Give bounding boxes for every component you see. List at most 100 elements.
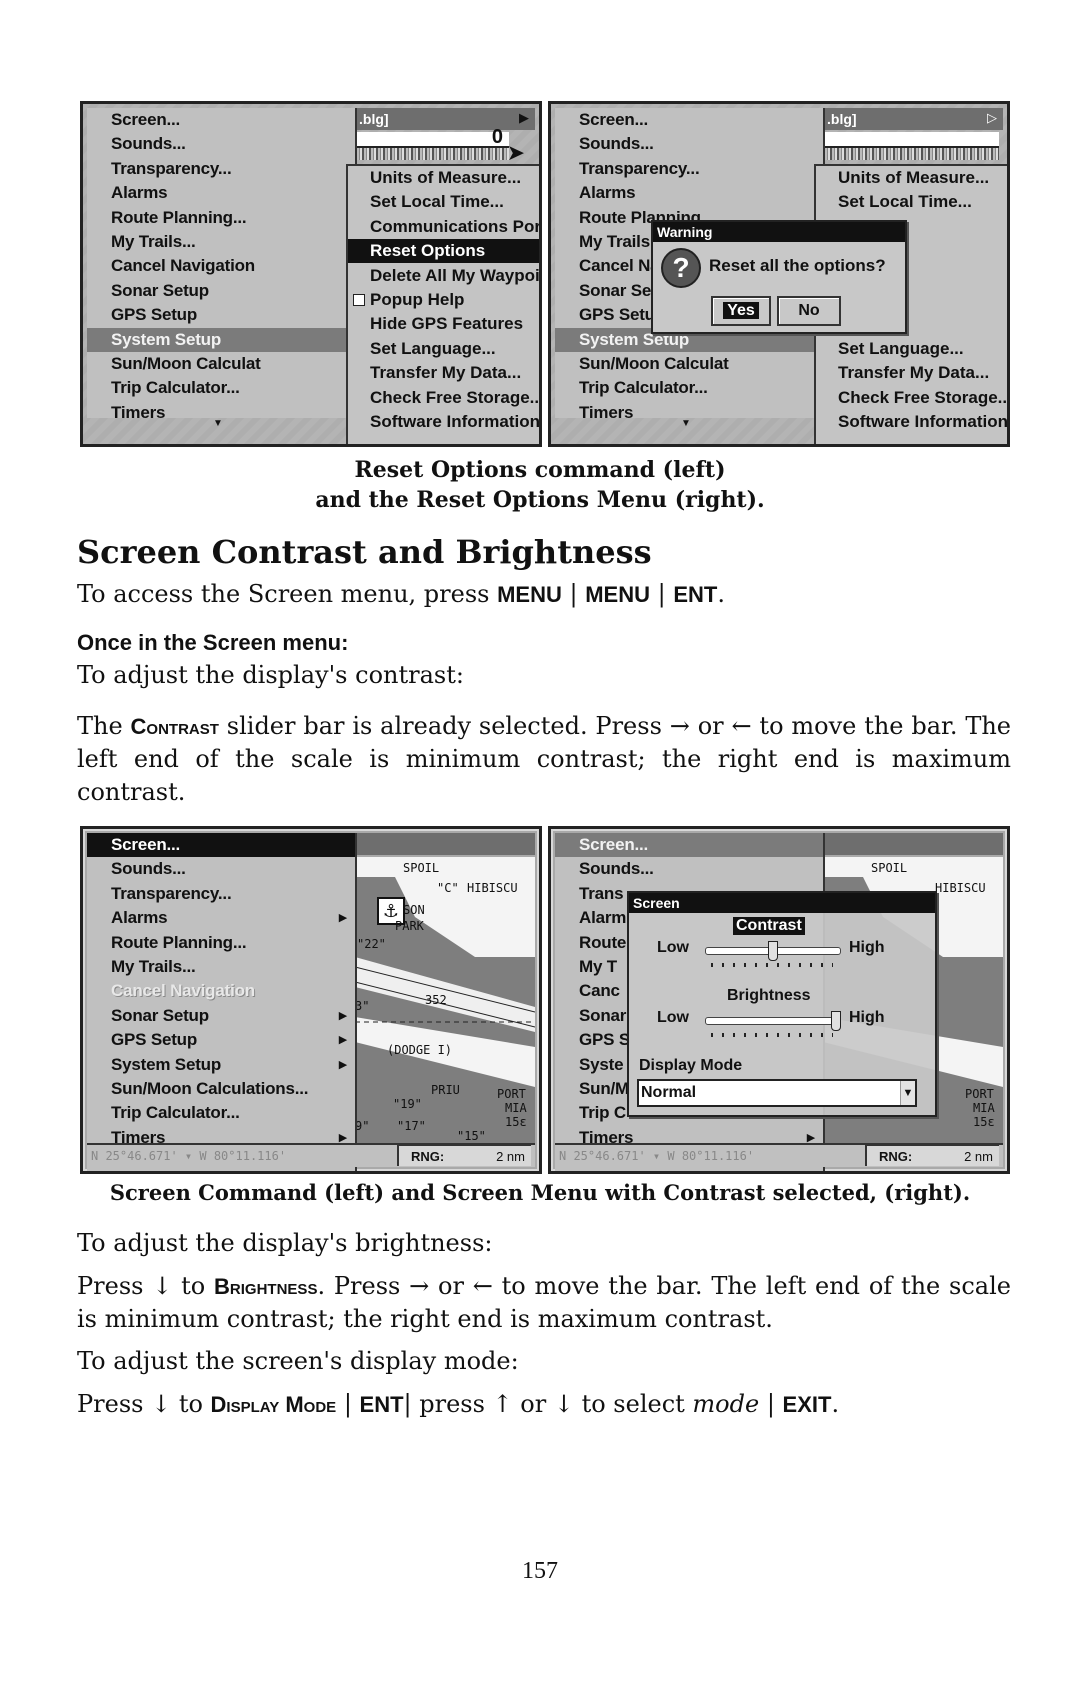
brightness-ticks bbox=[711, 1033, 833, 1037]
menu-item-set-language[interactable]: Set Language... bbox=[348, 337, 539, 361]
menu-item-hide-gps-features[interactable]: Hide GPS Features bbox=[348, 312, 539, 336]
figure1-caption-line2: and the Reset Options Menu (right). bbox=[315, 487, 765, 513]
brightness-slider-thumb[interactable] bbox=[831, 1011, 841, 1031]
menu-item-transparency[interactable]: Transparency... bbox=[555, 157, 823, 181]
brightness-key: Brightness bbox=[214, 1274, 318, 1299]
menu-item-sounds[interactable]: Sounds... bbox=[87, 132, 355, 156]
menu-item-set-local-time[interactable]: Set Local Time... bbox=[348, 190, 539, 214]
menu-item-route-planning[interactable]: Route Planning... bbox=[87, 206, 355, 230]
map-label: 15ε bbox=[973, 1115, 995, 1129]
menu-item-cancel-navigation[interactable]: Cancel Navigation bbox=[87, 254, 355, 278]
dropdown-arrow-icon[interactable]: ▼ bbox=[900, 1081, 915, 1105]
submenu-arrow-icon: ▶ bbox=[338, 912, 347, 925]
yes-button-label: Yes bbox=[723, 302, 759, 319]
menu-item-system-setup[interactable]: System Setup ▶ bbox=[87, 1053, 355, 1077]
menu-item-check-free-storage[interactable]: Check Free Storage... bbox=[816, 386, 1007, 410]
sonar-noise bbox=[355, 148, 509, 160]
fish-icon: ➤ bbox=[506, 140, 525, 165]
display-mode-select[interactable]: Normal ▼ bbox=[637, 1079, 917, 1107]
menu-item-check-free-storage[interactable]: Check Free Storage... bbox=[348, 386, 539, 410]
mode-word: mode bbox=[692, 1390, 760, 1418]
menu-item-cancel-navigation[interactable]: Cancel Navigation bbox=[87, 979, 355, 1003]
menu-item-label: Units of Measure... bbox=[838, 168, 990, 187]
brightness-slider-track[interactable] bbox=[705, 1017, 841, 1025]
menu-item-route-planning[interactable]: Route Planning... bbox=[87, 931, 355, 955]
popup-help-checkbox[interactable] bbox=[353, 294, 365, 306]
menu-item-gps-setup[interactable]: GPS Setup ▶ bbox=[87, 1028, 355, 1052]
menu-item-units-of-measure[interactable]: Units of Measure... bbox=[816, 166, 1007, 190]
menu-item-transfer-my-data[interactable]: Transfer My Data... bbox=[348, 361, 539, 385]
menu-item-label: Sun/Moon Calculat bbox=[111, 354, 261, 373]
menu-item-transparency[interactable]: Transparency... bbox=[87, 882, 355, 906]
key-separator: | bbox=[650, 580, 674, 608]
menu-item-screen[interactable]: Screen... bbox=[87, 833, 355, 857]
menu-item-alarms[interactable]: Alarms bbox=[87, 181, 355, 205]
display-mode-paragraph: Press ↓ to Display Mode | ENT| press ↑ o… bbox=[77, 1388, 1011, 1421]
menu-item-label: Check Free Storage... bbox=[370, 387, 542, 407]
no-button[interactable]: No bbox=[777, 296, 841, 326]
contrast-slider-thumb[interactable] bbox=[768, 941, 778, 961]
menu-item-label: Timers bbox=[579, 402, 634, 422]
menu-item-sun-moon-calculations[interactable]: Sun/Moon Calculations... bbox=[87, 1077, 355, 1101]
menu-item-set-language[interactable]: Set Language... bbox=[816, 337, 1007, 361]
menu-item-alarms[interactable]: Alarms ▶ bbox=[87, 906, 355, 930]
menu-item-system-setup[interactable]: System Setup bbox=[87, 327, 355, 352]
menu-item-reset-options[interactable]: Reset Options bbox=[348, 239, 539, 264]
menu-item-screen[interactable]: Screen... bbox=[555, 108, 823, 132]
map-label: SPOIL bbox=[871, 861, 908, 875]
menu-item-label: Transparency... bbox=[111, 883, 232, 903]
menu-item-label: Sonar Setup bbox=[111, 280, 209, 300]
exit-key: EXIT bbox=[782, 1392, 832, 1417]
submenu-arrow-icon: ▶ bbox=[338, 1034, 347, 1047]
menu-item-trip-calculator[interactable]: Trip Calculator... bbox=[87, 1101, 355, 1125]
menu-item-label: Trans bbox=[579, 883, 624, 903]
menu-item-sun-moon-calculat[interactable]: Sun/Moon Calculat bbox=[555, 352, 823, 376]
menu-item-label: Set Local Time... bbox=[838, 192, 972, 212]
map-label: PARK bbox=[395, 919, 424, 933]
brightness-text-1: Press ↓ to bbox=[77, 1272, 215, 1300]
menu-item-label: Check Free Storage... bbox=[838, 387, 1010, 407]
display-mode-value: Normal bbox=[641, 1084, 697, 1101]
menu-item-gps-setup[interactable]: GPS Setup bbox=[87, 303, 355, 327]
ent-key: ENT bbox=[673, 582, 718, 607]
figure2-right-screenshot: SPOIL HIBISCU PORT MIA 15ε CABLE & Scree… bbox=[548, 826, 1010, 1174]
brightness-intro: To adjust the display's brightness: bbox=[77, 1229, 493, 1257]
menu-item-transfer-my-data[interactable]: Transfer My Data... bbox=[816, 361, 1007, 385]
menu-item-label: Trip Calculator... bbox=[111, 1103, 240, 1123]
depth-value: 0 bbox=[491, 126, 503, 148]
menu-item-sounds[interactable]: Sounds... bbox=[87, 857, 355, 881]
main-menu: Screen... Sounds... Transparency... Alarms ▶… bbox=[87, 833, 357, 1171]
sonar-noise bbox=[823, 148, 999, 160]
menu-item-screen[interactable]: Screen... bbox=[555, 833, 823, 857]
menu-item-trip-calculator[interactable]: Trip Calculator... bbox=[555, 376, 823, 400]
menu-item-sounds[interactable]: Sounds... bbox=[555, 132, 823, 156]
menu-item-transparency[interactable]: Transparency... bbox=[87, 157, 355, 181]
menu-item-label: Software Information... bbox=[370, 412, 542, 431]
map-label: SON bbox=[403, 903, 425, 917]
display-mode-text-2: | press ↑ or ↓ to select bbox=[403, 1390, 693, 1418]
menu-item-label: Sonar bbox=[579, 1005, 627, 1025]
page-number: 157 bbox=[522, 1558, 558, 1584]
menu-item-my-trails[interactable]: My Trails... bbox=[87, 230, 355, 254]
menu-item-sonar-setup[interactable]: Sonar Setup bbox=[87, 279, 355, 303]
menu-item-software-information[interactable]: Software Information... bbox=[348, 410, 539, 434]
menu-item-sonar-setup[interactable]: Sonar Setup ▶ bbox=[87, 1004, 355, 1028]
menu-item-label: Delete All My Waypoints bbox=[370, 265, 540, 285]
menu-item-delete-all-my-waypoints[interactable]: Delete All My Waypoints bbox=[348, 264, 539, 288]
menu-item-sun-moon-calculat[interactable]: Sun/Moon Calculat bbox=[87, 352, 355, 376]
menu-item-alarms[interactable]: Alarms bbox=[555, 181, 823, 205]
yes-button[interactable]: Yes bbox=[711, 296, 771, 326]
menu-item-trip-calculator[interactable]: Trip Calculator... bbox=[87, 376, 355, 400]
menu-item-communications-port[interactable]: Communications Port... bbox=[348, 215, 539, 239]
menu-item-my-trails[interactable]: My Trails... bbox=[87, 955, 355, 979]
menu-item-popup-help[interactable]: Popup Help bbox=[348, 288, 539, 312]
menu-item-screen[interactable]: Screen... bbox=[87, 108, 355, 132]
range-value: 2 nm bbox=[496, 1149, 525, 1164]
menu-item-sounds[interactable]: Sounds... bbox=[555, 857, 823, 881]
menu-item-units-of-measure[interactable]: Units of Measure... bbox=[348, 166, 539, 190]
menu-item-set-local-time[interactable]: Set Local Time... bbox=[816, 190, 1007, 214]
brightness-high-label: High bbox=[849, 1009, 885, 1026]
sonar-surface-band bbox=[823, 132, 999, 148]
access-text: To access the Screen menu, press bbox=[77, 580, 498, 608]
menu-item-software-information[interactable]: Software Information... bbox=[816, 410, 1007, 434]
